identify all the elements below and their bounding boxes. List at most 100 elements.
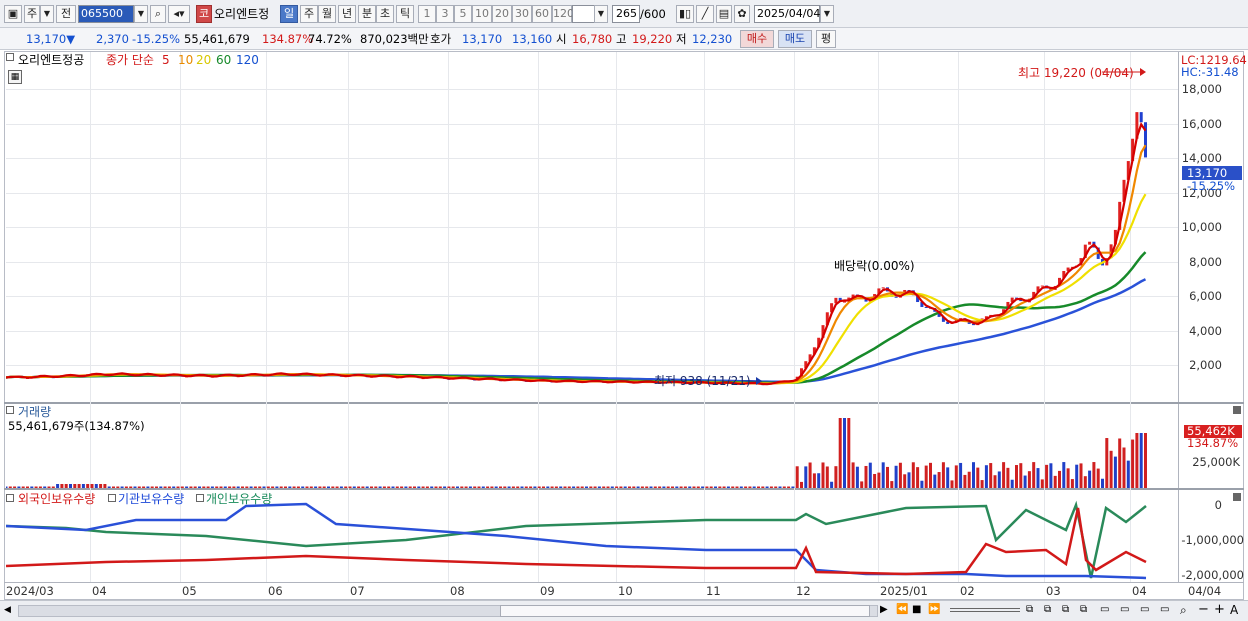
zoom-slider[interactable]: [950, 608, 1020, 612]
volume-bar: [1006, 467, 1010, 488]
interval-button[interactable]: 10: [472, 5, 492, 23]
draw-tool-icon[interactable]: ╱: [696, 5, 714, 23]
scrollbar-thumb[interactable]: [500, 605, 870, 617]
layout-icon[interactable]: ▭: [1160, 604, 1174, 618]
volume-bar: [602, 486, 606, 488]
candle-type-icon[interactable]: ▮▯: [676, 5, 694, 23]
interval-button[interactable]: 20: [492, 5, 512, 23]
interval-button[interactable]: 60: [532, 5, 552, 23]
zoom-in-icon[interactable]: +: [1214, 602, 1226, 617]
period-tab[interactable]: 틱: [396, 5, 414, 23]
volume-bar: [804, 466, 808, 488]
volume-bar: [1139, 433, 1143, 488]
data-count-input[interactable]: 265: [612, 5, 640, 23]
chevron-down-icon[interactable]: ▼: [40, 5, 54, 23]
period-tab[interactable]: 일: [280, 5, 298, 23]
volume-bar: [159, 486, 163, 488]
price-chart[interactable]: [6, 52, 1178, 402]
period-tab[interactable]: 주: [300, 5, 318, 23]
price-y-tick: 16,000: [1181, 117, 1222, 131]
window-menu-icon[interactable]: ▣: [4, 5, 22, 23]
volume-bar: [984, 465, 988, 488]
font-size-icon[interactable]: A: [1230, 603, 1242, 617]
volume-bar: [468, 486, 472, 488]
volume-bar: [929, 462, 932, 488]
volume-bar: [438, 486, 442, 488]
volume-bar: [1049, 463, 1053, 488]
interval-button[interactable]: 3: [436, 5, 454, 23]
layout-icon[interactable]: ▭: [1100, 604, 1114, 618]
gear-icon[interactable]: ✿: [734, 5, 750, 23]
volume-bar: [907, 472, 911, 488]
eval-button[interactable]: 평: [816, 30, 836, 48]
period-tab[interactable]: 분: [358, 5, 376, 23]
volume-bar: [782, 486, 786, 488]
volume-bar: [563, 486, 567, 488]
volume-bar: [537, 486, 541, 488]
volume-bar: [868, 462, 872, 488]
volume-bar: [322, 486, 326, 488]
volume-bar: [1101, 478, 1104, 488]
volume-bar: [473, 486, 477, 488]
volume-bar: [481, 486, 485, 488]
interval-button[interactable]: 120: [552, 5, 574, 23]
volume-bar: [245, 486, 249, 488]
layout-icon[interactable]: ⧉: [1062, 604, 1076, 618]
volume-bar: [64, 484, 68, 488]
sell-button[interactable]: 매도: [778, 30, 812, 48]
volume-bar: [185, 486, 189, 488]
forward-icon[interactable]: ⏩: [928, 604, 942, 618]
volume-bar: [615, 486, 619, 488]
close-icon[interactable]: [1233, 406, 1241, 414]
date-input[interactable]: 2025/04/04: [754, 5, 820, 23]
interval-button[interactable]: 1: [418, 5, 436, 23]
interval-button[interactable]: 5: [454, 5, 472, 23]
period-tab[interactable]: 월: [318, 5, 336, 23]
volume-bar: [382, 486, 386, 488]
buy-button[interactable]: 매수: [740, 30, 774, 48]
scroll-right-icon[interactable]: ▶: [880, 604, 894, 618]
volume-bar: [499, 486, 502, 488]
volume-bar: [1135, 433, 1139, 488]
volume-bar: [30, 486, 34, 488]
stop-icon[interactable]: ■: [912, 604, 926, 618]
zoom-out-icon[interactable]: −: [1198, 602, 1210, 617]
stock-code-input[interactable]: 065500: [78, 5, 134, 23]
layout-icon[interactable]: ⧉: [1080, 604, 1094, 618]
speaker-icon[interactable]: ◂▾: [168, 5, 190, 23]
current-pct-marker-text: -15.25%: [1187, 179, 1235, 193]
layout-icon[interactable]: ▭: [1120, 604, 1134, 618]
period-tab[interactable]: 년: [338, 5, 356, 23]
volume-bar: [606, 486, 610, 488]
scroll-left-icon[interactable]: ◀: [4, 605, 16, 617]
search-icon[interactable]: ⌕: [150, 5, 166, 23]
layout-icon[interactable]: ⧉: [1044, 604, 1058, 618]
volume-chart[interactable]: [6, 404, 1178, 488]
rewind-icon[interactable]: ⏪: [896, 604, 910, 618]
open-label: 시: [556, 32, 567, 46]
volume-bar: [275, 486, 279, 488]
period-type-select[interactable]: 주: [24, 5, 40, 23]
prev-button[interactable]: 전: [56, 5, 76, 23]
volume-bar: [223, 486, 227, 488]
period-tab[interactable]: 초: [376, 5, 394, 23]
holding-chart[interactable]: [6, 490, 1178, 582]
layout-icon[interactable]: ▭: [1140, 604, 1154, 618]
volume-bar: [542, 486, 545, 488]
close-icon[interactable]: [1233, 493, 1241, 501]
volume-bar: [593, 486, 597, 488]
bottom-toolbar: ◀ ▶ ⏪ ■ ⏩ ⧉ ⧉ ⧉ ⧉ ▭ ▭ ▭ ▭ ⌕ − + A: [0, 600, 1248, 621]
interval-button[interactable]: 30: [512, 5, 532, 23]
layout-icon[interactable]: ⧉: [1026, 604, 1040, 618]
code-dropdown-icon[interactable]: ▼: [134, 5, 148, 23]
volume-bar: [120, 486, 124, 488]
high-price: 19,220: [632, 32, 673, 46]
volume-badge-pct: 134.87%: [1187, 436, 1239, 450]
volume-bar: [352, 486, 356, 488]
save-icon[interactable]: ▤: [716, 5, 732, 23]
search-icon[interactable]: ⌕: [1180, 603, 1194, 617]
volume-bar: [21, 486, 25, 488]
volume-bar: [658, 486, 662, 488]
interval-dropdown-icon[interactable]: ▼: [594, 5, 608, 23]
date-picker-icon[interactable]: ▼: [820, 5, 834, 23]
